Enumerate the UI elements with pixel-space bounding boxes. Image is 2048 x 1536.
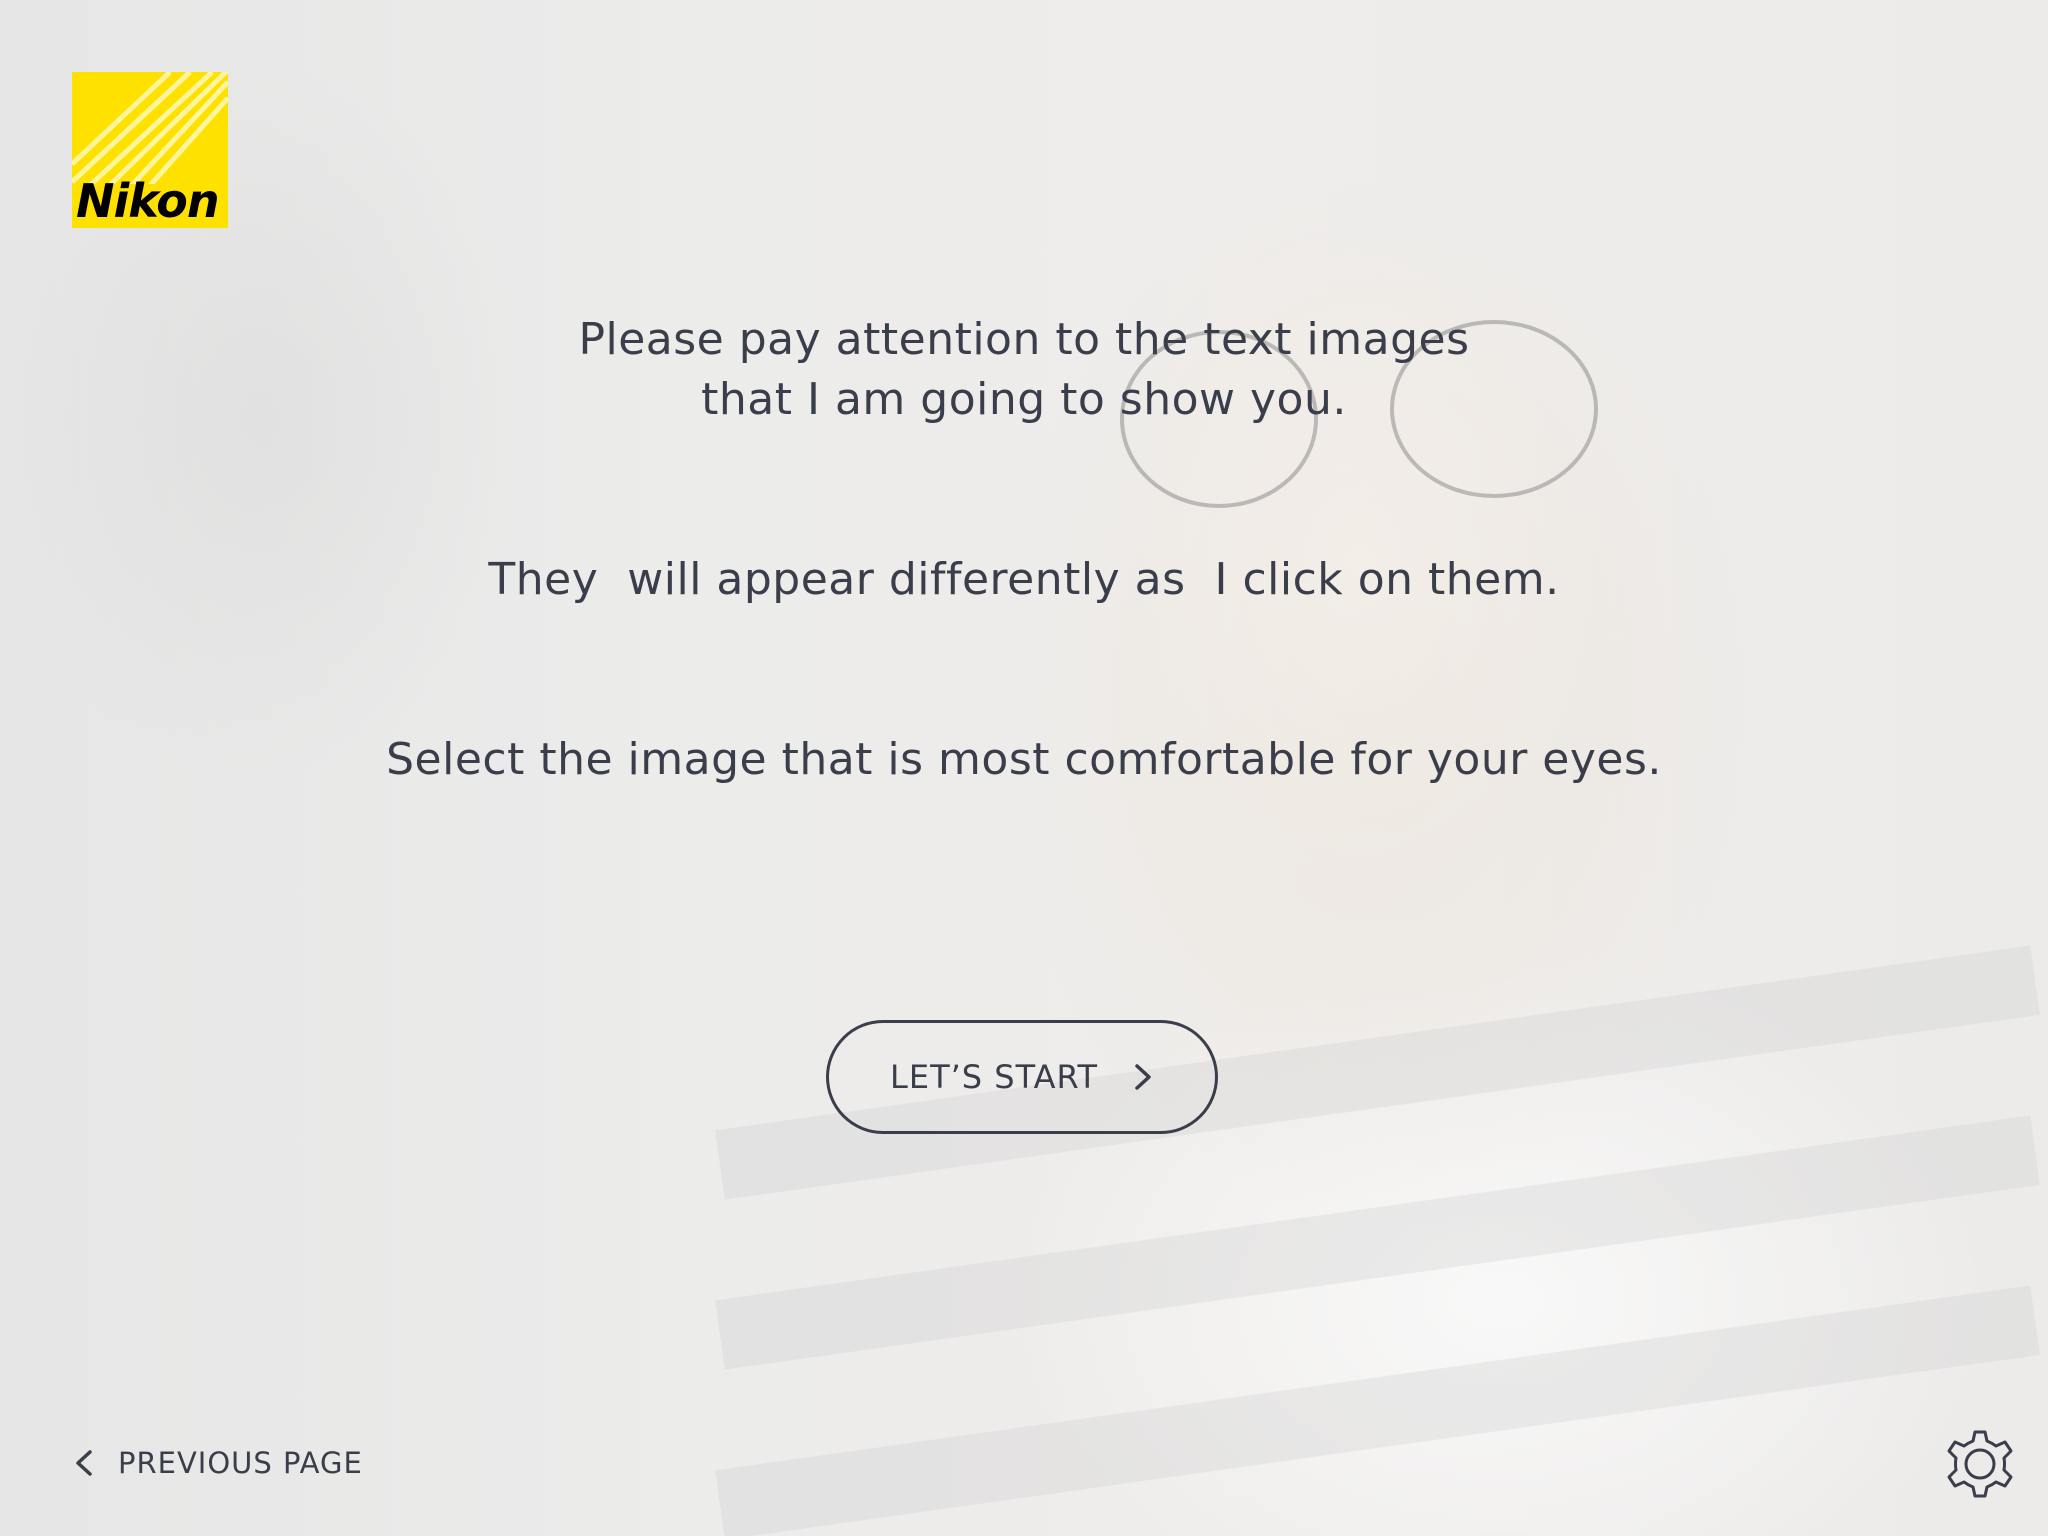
logo-wordmark: Nikon	[76, 174, 220, 228]
instruction-line-2: that I am going to show you.	[701, 374, 1347, 425]
chevron-right-icon	[1132, 1062, 1154, 1092]
instruction-block-1: Please pay attention to the text images …	[0, 310, 2048, 430]
lets-start-label: LET’S START	[890, 1058, 1098, 1096]
nikon-logo: Nikon	[72, 72, 228, 228]
instruction-line-4: Select the image that is most comfortabl…	[386, 734, 1662, 785]
settings-button[interactable]	[1942, 1426, 2018, 1502]
gear-icon	[1947, 1430, 2013, 1498]
lets-start-button[interactable]: LET’S START	[826, 1020, 1218, 1134]
previous-page-button[interactable]: PREVIOUS PAGE	[72, 1446, 363, 1480]
previous-page-label: PREVIOUS PAGE	[118, 1446, 363, 1480]
instruction-line-3: They will appear differently as I click …	[488, 554, 1560, 605]
chevron-left-icon	[72, 1448, 96, 1478]
instruction-line-1: Please pay attention to the text images	[578, 314, 1470, 365]
